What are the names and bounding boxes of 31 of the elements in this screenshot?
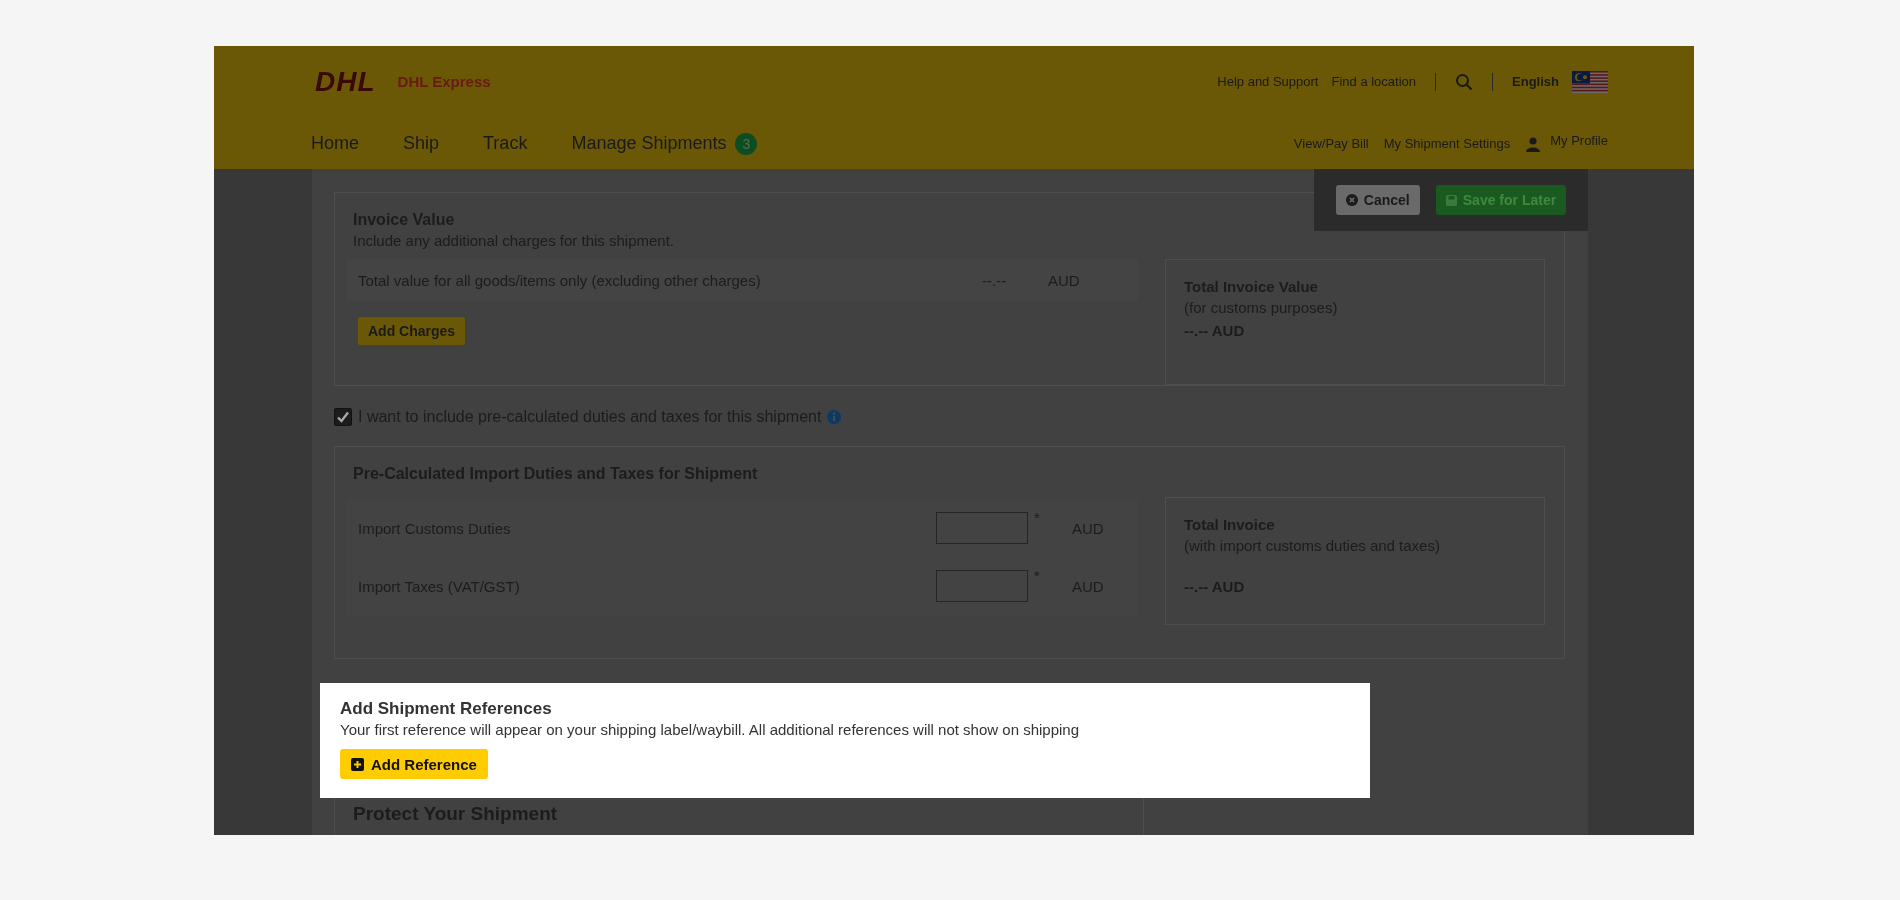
nav-link[interactable]: My Shipment Settings bbox=[1383, 136, 1511, 151]
nav-link[interactable]: Home bbox=[311, 133, 359, 154]
add-reference-button[interactable]: Add Reference bbox=[340, 749, 488, 779]
profile-link[interactable]: My Profile bbox=[1550, 133, 1608, 148]
flag-icon[interactable] bbox=[1572, 70, 1608, 93]
cancel-button[interactable]: Cancel bbox=[1335, 185, 1420, 215]
section-description: Your first reference will appear on your shipping label/waybill. All additional references will not show on shipping bbox=[340, 721, 1081, 738]
language-link[interactable]: English bbox=[1512, 74, 1559, 89]
close-icon bbox=[1345, 194, 1358, 206]
plus-icon bbox=[351, 757, 364, 771]
nav-link[interactable]: Manage Shipments 3 bbox=[571, 132, 758, 155]
logo[interactable]: DHL bbox=[311, 65, 380, 98]
row-value: --.-- bbox=[982, 271, 1008, 289]
brand-name: DHL Express bbox=[397, 73, 491, 90]
check-icon bbox=[336, 410, 350, 424]
add-charges-button[interactable]: Add Charges bbox=[358, 317, 466, 345]
input-field[interactable] bbox=[936, 570, 1028, 602]
required-mark: * bbox=[1033, 509, 1041, 526]
input-field[interactable] bbox=[936, 512, 1028, 544]
search-icon[interactable] bbox=[1455, 72, 1474, 91]
info-icon[interactable] bbox=[827, 410, 842, 424]
count-badge: 3 bbox=[735, 132, 758, 155]
header-link[interactable]: Help and Support bbox=[1217, 74, 1319, 89]
required-mark: * bbox=[1033, 567, 1041, 584]
header-link[interactable]: Find a location bbox=[1331, 74, 1417, 89]
nav-link[interactable]: Ship bbox=[403, 133, 440, 154]
nav-link[interactable]: Track bbox=[483, 133, 528, 154]
section-title: Add Shipment References bbox=[340, 699, 553, 719]
nav-link[interactable]: View/Pay Bill bbox=[1293, 136, 1369, 151]
checkbox[interactable] bbox=[334, 408, 352, 426]
person-icon bbox=[1525, 135, 1542, 152]
